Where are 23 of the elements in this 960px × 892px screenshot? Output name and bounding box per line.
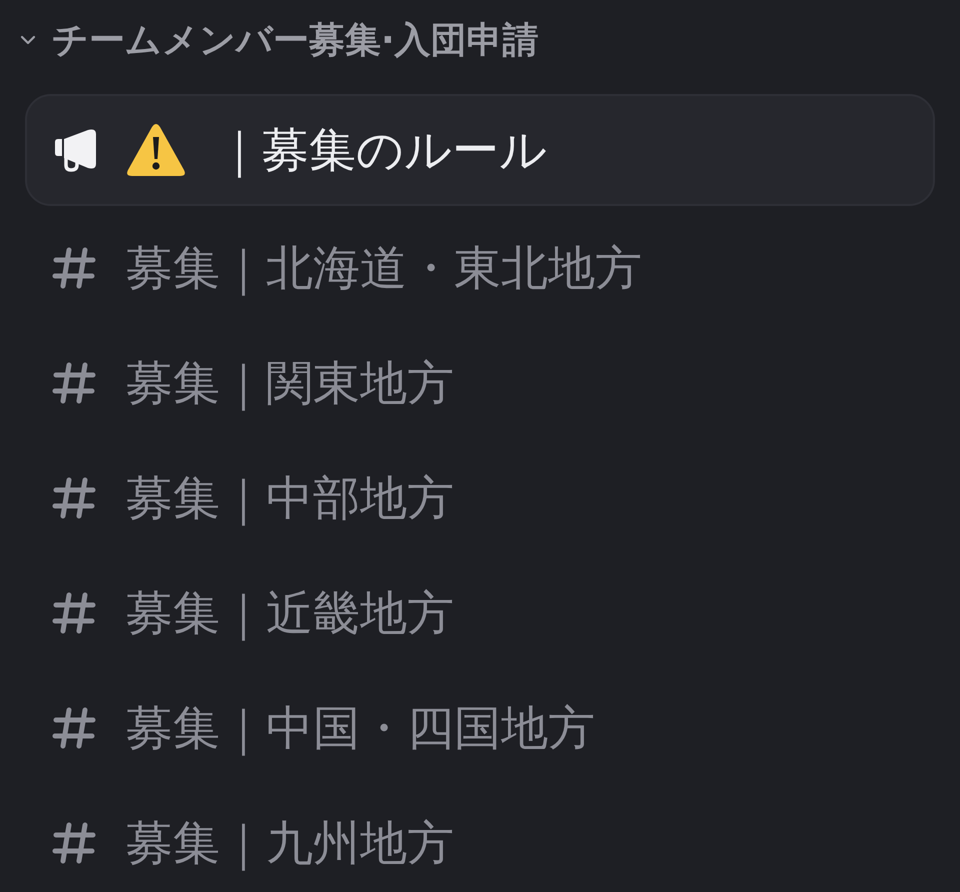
channel-name: 募集｜九州地方 xyxy=(126,814,454,873)
hash-icon xyxy=(52,477,96,519)
category-title[interactable]: チームメンバー募集·入団申請 xyxy=(52,16,539,64)
hash-icon xyxy=(52,362,96,404)
selected-channel-item[interactable]: ｜募集のルール xyxy=(25,94,935,206)
channel-name: 募集｜中部地方 xyxy=(126,470,454,528)
hash-icon xyxy=(52,707,96,749)
hash-icon xyxy=(52,247,96,289)
channel-item[interactable]: 募集｜近畿地方 xyxy=(25,564,935,662)
warning-icon xyxy=(126,123,186,177)
channel-item[interactable]: 募集｜関東地方 xyxy=(25,334,935,432)
channel-name: 募集｜中国・四国地方 xyxy=(126,700,595,758)
hash-icon xyxy=(52,822,96,864)
channel-name: 募集｜近畿地方 xyxy=(126,584,454,643)
channel-name: ｜募集のルール xyxy=(216,122,547,180)
channel-name: 募集｜関東地方 xyxy=(126,354,454,413)
channel-item[interactable]: 募集｜北海道・東北地方 xyxy=(25,219,935,317)
channel-item[interactable]: 募集｜中国・四国地方 xyxy=(25,679,935,777)
megaphone-icon xyxy=(52,128,98,172)
channel-item[interactable]: 募集｜中部地方 xyxy=(25,449,935,547)
channel-item[interactable]: 募集｜九州地方 xyxy=(25,794,935,892)
channel-name: 募集｜北海道・東北地方 xyxy=(126,240,642,298)
hash-icon xyxy=(52,592,96,634)
